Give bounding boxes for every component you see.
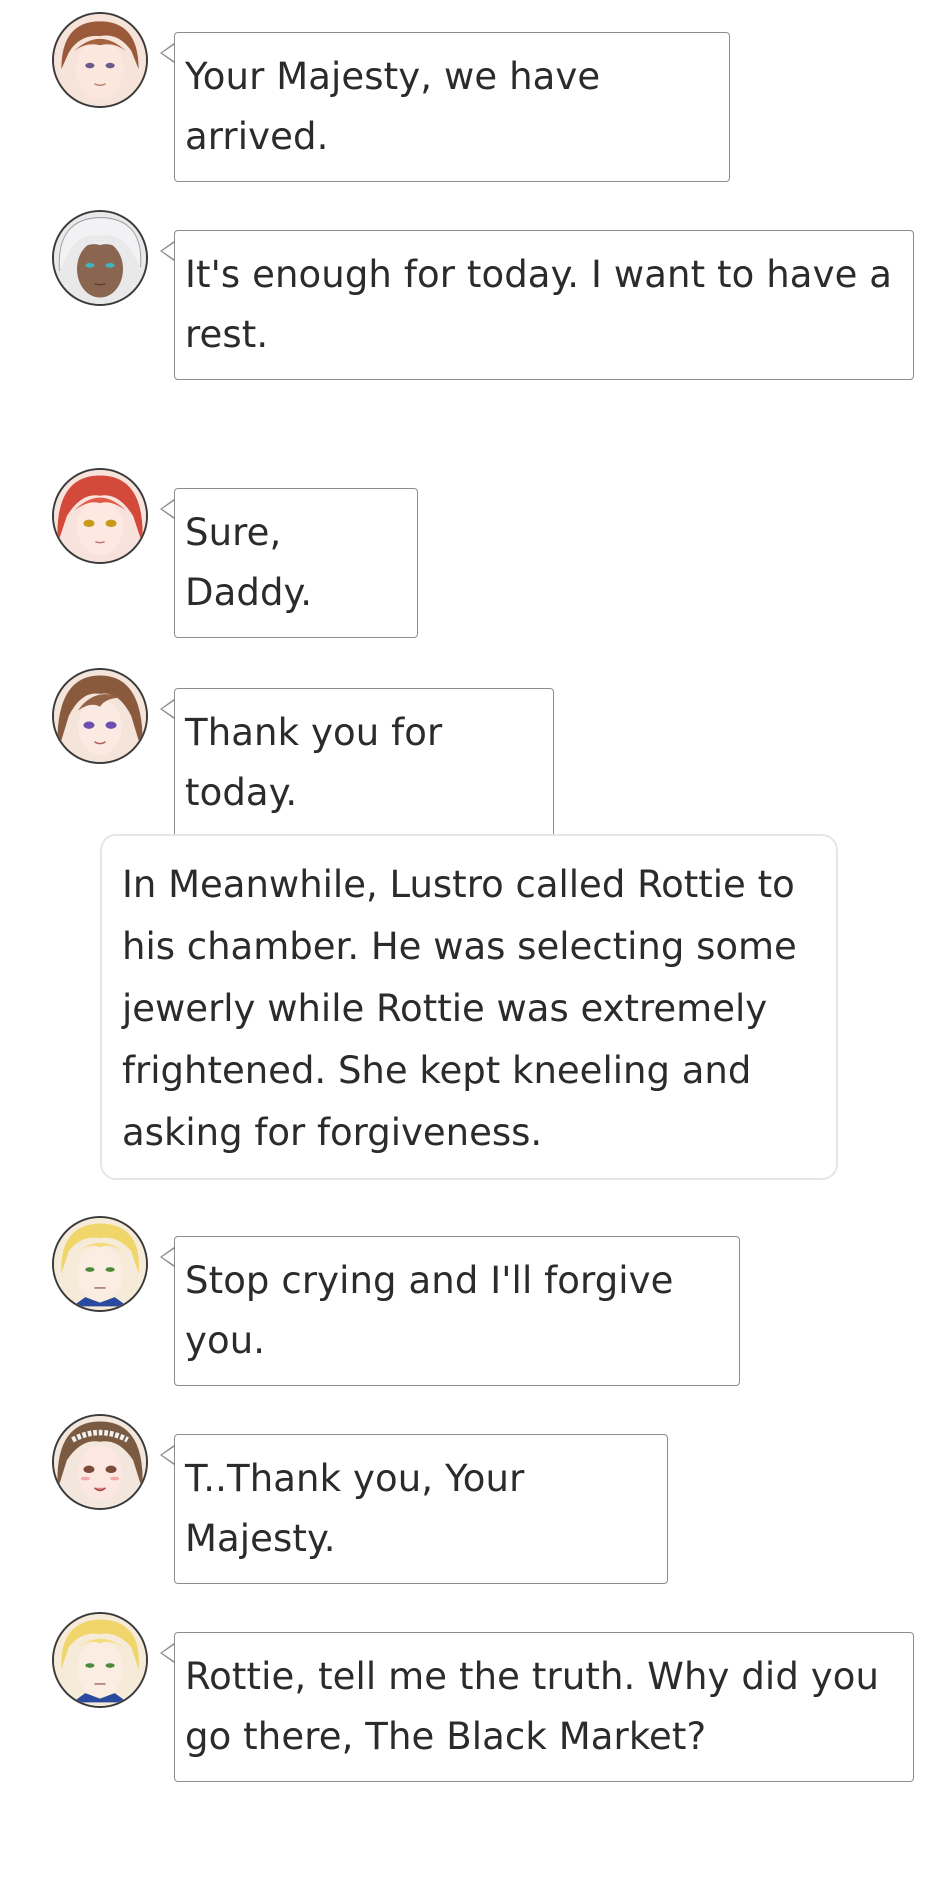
- message-text: Your Majesty, we have arrived.: [185, 55, 601, 158]
- bubble-tail: [160, 43, 174, 63]
- message-bubble: Sure, Daddy.: [160, 488, 418, 638]
- message-bubble: Stop crying and I'll forgive you.: [160, 1236, 740, 1386]
- brown-haired-maid-avatar-icon[interactable]: [52, 1414, 148, 1510]
- message-bubble: Your Majesty, we have arrived.: [160, 32, 730, 182]
- bubble-tail: [160, 499, 174, 519]
- blonde-man-avatar-icon[interactable]: [52, 1612, 148, 1708]
- message-text: Sure, Daddy.: [185, 511, 313, 614]
- bubble-tail: [160, 1445, 174, 1465]
- message-bubble: T..Thank you, Your Majesty.: [160, 1434, 668, 1584]
- bubble-tail: [160, 1247, 174, 1267]
- brown-haired-man-avatar-icon[interactable]: [52, 12, 148, 108]
- message-text: Stop crying and I'll forgive you.: [185, 1259, 674, 1362]
- white-haired-man-avatar-icon[interactable]: [52, 210, 148, 306]
- message-text: Thank you for today.: [185, 711, 443, 814]
- bubble-tail: [160, 1643, 174, 1663]
- message-text: T..Thank you, Your Majesty.: [185, 1457, 525, 1560]
- message-text: It's enough for today. I want to have a …: [185, 253, 893, 356]
- narration-box: In Meanwhile, Lustro called Rottie to hi…: [100, 834, 838, 1180]
- red-haired-girl-avatar-icon[interactable]: [52, 468, 148, 564]
- message-bubble: Thank you for today.: [160, 688, 554, 838]
- message-bubble: It's enough for today. I want to have a …: [160, 230, 914, 380]
- brown-haired-woman-avatar-icon[interactable]: [52, 668, 148, 764]
- blonde-man-avatar-icon[interactable]: [52, 1216, 148, 1312]
- message-bubble: Rottie, tell me the truth. Why did you g…: [160, 1632, 914, 1782]
- bubble-tail: [160, 241, 174, 261]
- message-text: Rottie, tell me the truth. Why did you g…: [185, 1655, 880, 1758]
- bubble-tail: [160, 699, 174, 719]
